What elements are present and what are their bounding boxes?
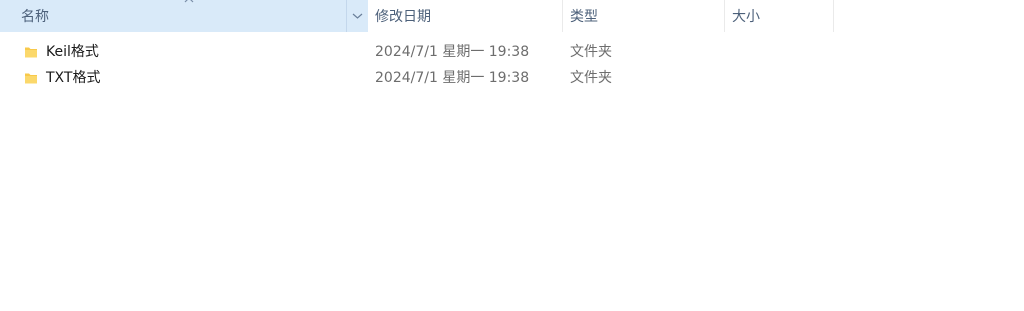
file-type: 文件夹 [570, 44, 612, 60]
column-filter-dropdown[interactable] [346, 0, 368, 32]
column-header-size[interactable]: 大小 [725, 0, 834, 32]
column-header-bar: 名称 修改日期 类型 大小 [0, 0, 1024, 32]
file-row[interactable]: TXT格式 2024/7/1 星期一 19:38 文件夹 [0, 65, 1024, 91]
column-header-type[interactable]: 类型 [563, 0, 725, 32]
folder-icon [25, 47, 37, 58]
column-header-name[interactable]: 名称 [0, 0, 368, 32]
column-header-date-label: 修改日期 [375, 9, 431, 25]
column-header-name-label: 名称 [21, 9, 49, 25]
file-row[interactable]: Keil格式 2024/7/1 星期一 19:38 文件夹 [0, 39, 1024, 65]
column-header-type-label: 类型 [570, 9, 598, 25]
folder-icon [25, 73, 37, 84]
column-header-size-label: 大小 [732, 9, 760, 25]
column-header-date-modified[interactable]: 修改日期 [368, 0, 563, 32]
file-date-modified: 2024/7/1 星期一 19:38 [375, 44, 530, 60]
file-name[interactable]: TXT格式 [46, 65, 100, 91]
file-date-modified: 2024/7/1 星期一 19:38 [375, 70, 530, 86]
chevron-up-icon [184, 0, 194, 3]
chevron-down-icon [352, 13, 363, 19]
file-name[interactable]: Keil格式 [46, 39, 99, 65]
file-type: 文件夹 [570, 70, 612, 86]
